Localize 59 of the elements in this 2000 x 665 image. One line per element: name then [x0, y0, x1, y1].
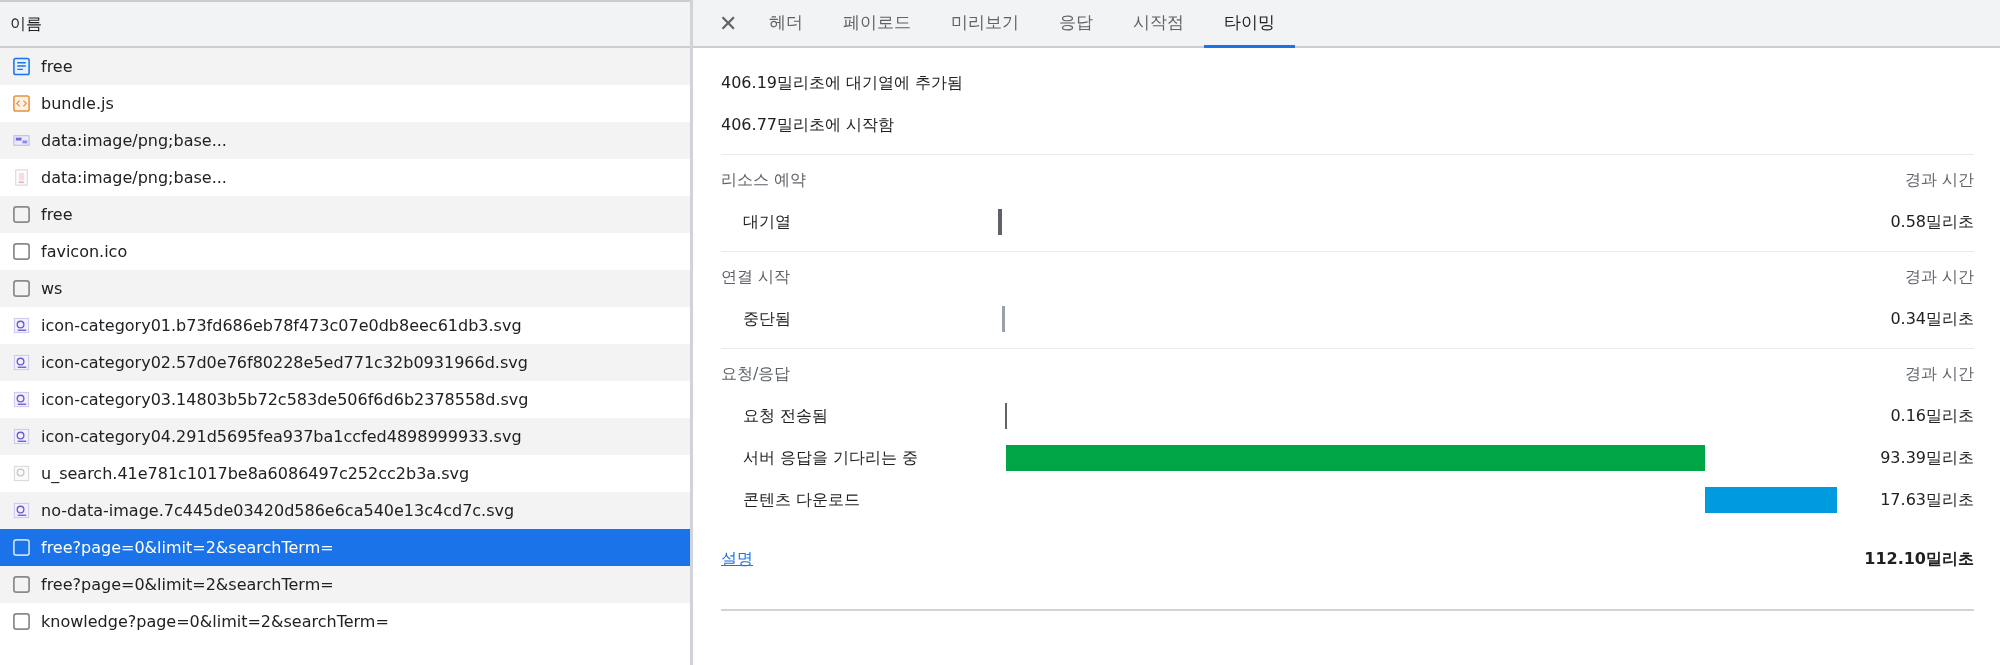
tab[interactable]: 타이밍 — [1204, 0, 1296, 48]
tab[interactable]: 페이로드 — [823, 0, 932, 48]
close-button[interactable]: ✕ — [707, 0, 750, 46]
request-row[interactable]: data:image/png;base... — [0, 159, 690, 196]
timing-value: 93.39밀리초 — [1879, 447, 1974, 469]
request-row[interactable]: data:image/png;base... — [0, 122, 690, 159]
image-file-icon — [12, 390, 31, 409]
section-title: 요청/응답 — [721, 363, 791, 385]
column-header: 경과 시간 — [1904, 169, 1974, 191]
section-title: 리소스 예약 — [721, 169, 807, 191]
request-row[interactable]: knowledge?page=0&limit=2&searchTerm= — [0, 603, 690, 640]
blank-file-icon — [12, 612, 31, 631]
tab[interactable]: 응답 — [1039, 0, 1114, 48]
timing-value: 0.58밀리초 — [1889, 211, 1974, 233]
blank-file-icon — [12, 279, 31, 298]
request-row[interactable]: bundle.js — [0, 85, 690, 122]
image-thumbnail-icon — [12, 168, 31, 187]
timing-label: 대기열 — [742, 211, 792, 233]
tab[interactable]: 미리보기 — [931, 0, 1040, 48]
explanation-link[interactable]: 설명 — [721, 547, 753, 571]
request-row[interactable]: no-data-image.7c445de03420d586e6ca540e13c4cd7c.svg — [0, 492, 690, 529]
summary-text: 406.77밀리초에 시작함 — [721, 114, 895, 136]
timing-value: 0.34밀리초 — [1889, 308, 1974, 330]
summary-text: 406.19밀리초에 대기열에 추가됨 — [721, 72, 964, 94]
total-time: 112.10밀리초 — [1864, 548, 1974, 570]
tab[interactable]: 헤더 — [749, 0, 824, 48]
request-row[interactable]: u_search.41e781c1017be8a6086497c252cc2b3a.svg — [0, 455, 690, 492]
request-row[interactable]: favicon.ico — [0, 233, 690, 270]
timing-value: 17.63밀리초 — [1879, 489, 1974, 511]
blank-file-icon — [12, 575, 31, 594]
tab[interactable]: 시작점 — [1113, 0, 1205, 48]
request-row[interactable]: icon-category01.b73fd686eb78f473c07e0db8eec61db3.svg — [0, 307, 690, 344]
section-title: 연결 시작 — [721, 266, 791, 288]
image-file-icon — [12, 464, 31, 483]
image-file-icon — [12, 316, 31, 335]
blank-file-icon — [12, 205, 31, 224]
column-header[interactable]: 이름 — [10, 12, 42, 36]
timing-label: 요청 전송됨 — [742, 405, 830, 427]
request-row[interactable]: free?page=0&limit=2&searchTerm= — [0, 529, 690, 566]
timing-value: 0.16밀리초 — [1889, 405, 1974, 427]
column-header: 경과 시간 — [1904, 266, 1974, 288]
code-file-icon — [12, 94, 31, 113]
timing-label: 서버 응답을 기다리는 중 — [742, 447, 920, 469]
request-row[interactable]: free — [0, 196, 690, 233]
timing-label: 콘텐츠 다운로드 — [742, 489, 862, 511]
request-row[interactable]: icon-category02.57d0e76f80228e5ed771c32b0931966d.svg — [0, 344, 690, 381]
request-row[interactable]: icon-category03.14803b5b72c583de506f6d6b2378558d.svg — [0, 381, 690, 418]
column-header: 경과 시간 — [1904, 363, 1974, 385]
image-file-icon — [12, 427, 31, 446]
timing-label: 중단됨 — [742, 308, 792, 330]
request-row[interactable]: icon-category04.291d5695fea937ba1ccfed4898999933.svg — [0, 418, 690, 455]
request-row[interactable]: ws — [0, 270, 690, 307]
blank-file-icon — [12, 538, 31, 557]
document-icon — [12, 57, 31, 76]
blank-file-icon — [12, 242, 31, 261]
request-row[interactable]: free — [0, 48, 690, 85]
image-file-icon — [12, 353, 31, 372]
image-file-icon — [12, 501, 31, 520]
request-row[interactable]: free?page=0&limit=2&searchTerm= — [0, 566, 690, 603]
